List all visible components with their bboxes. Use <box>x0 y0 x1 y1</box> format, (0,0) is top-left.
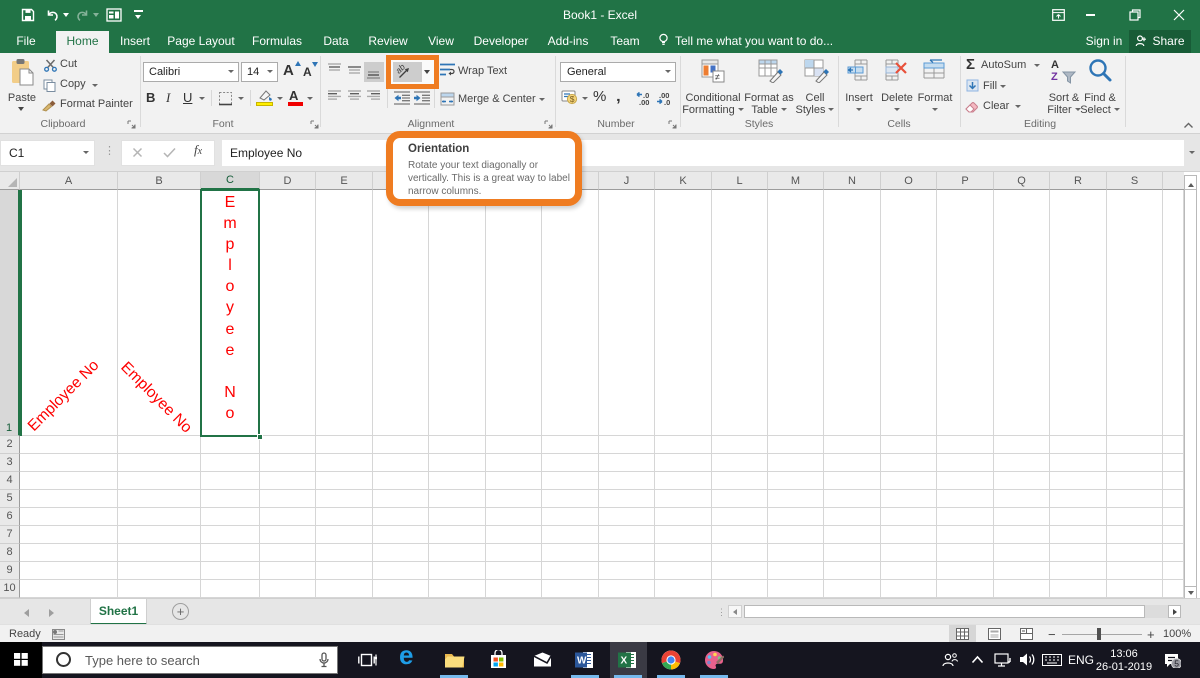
svg-text:≠: ≠ <box>715 72 720 82</box>
svg-text:$: $ <box>570 94 575 104</box>
svg-text:W: W <box>577 656 587 667</box>
svg-text:A: A <box>1051 59 1059 71</box>
svg-text:.0: .0 <box>664 98 670 105</box>
svg-text:5: 5 <box>1174 659 1179 668</box>
svg-text:.00: .00 <box>639 98 649 105</box>
svg-text:X: X <box>621 656 628 667</box>
svg-text:Z: Z <box>1051 71 1058 83</box>
